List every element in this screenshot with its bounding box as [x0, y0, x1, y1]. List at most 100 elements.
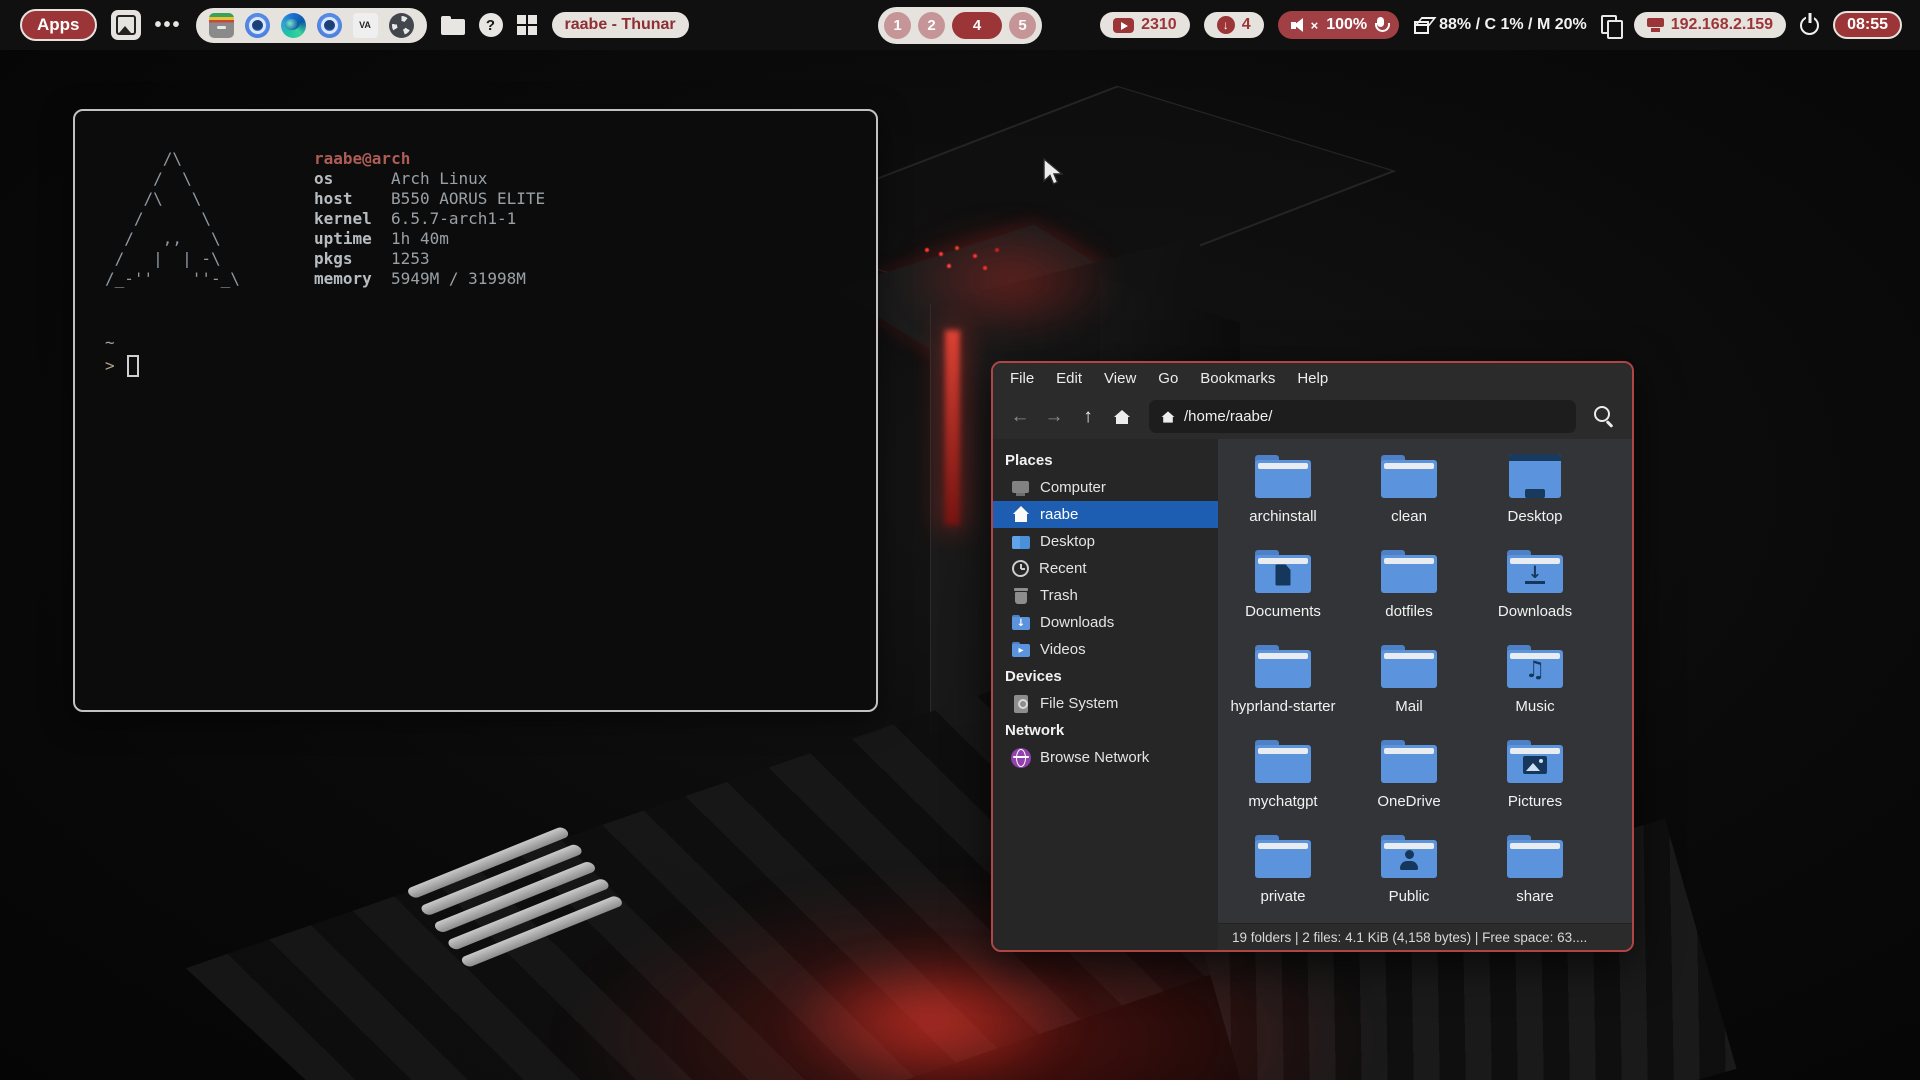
prompt-path: ~ — [105, 333, 876, 353]
file-item[interactable]: Music — [1472, 637, 1598, 732]
fetch-info-line: hostB550 AORUS ELITE — [314, 189, 545, 209]
workspace-button[interactable]: 4 — [952, 12, 1002, 39]
file-item[interactable]: Documents — [1220, 542, 1346, 637]
menu-item[interactable]: View — [1093, 363, 1147, 394]
power-icon[interactable] — [1800, 16, 1819, 35]
menu-item[interactable]: Bookmarks — [1189, 363, 1286, 394]
folder-icon — [1380, 641, 1438, 691]
up-button[interactable]: ↑ — [1073, 402, 1103, 432]
file-item[interactable]: share — [1472, 827, 1598, 922]
folder-icon — [1254, 641, 1312, 691]
sidebar-place-item[interactable]: raabe — [993, 501, 1218, 528]
sidebar-header-network: Network — [993, 717, 1218, 744]
workspace-button[interactable]: 1 — [884, 12, 911, 39]
dock-app-icon[interactable] — [245, 13, 270, 38]
file-label: Public — [1389, 888, 1430, 905]
sidebar-item-icon — [1011, 505, 1031, 525]
wallpaper-icon[interactable] — [111, 10, 141, 40]
file-item[interactable]: Public — [1346, 827, 1472, 922]
help-icon[interactable]: ? — [479, 13, 503, 37]
dock-app-icon[interactable] — [389, 13, 414, 38]
sidebar-place-item[interactable]: Desktop — [993, 528, 1218, 555]
sidebar-place-item[interactable]: Downloads — [993, 609, 1218, 636]
sidebar-item-label: Trash — [1040, 587, 1078, 604]
updates-module[interactable]: ↓ 4 — [1204, 12, 1264, 38]
file-item[interactable]: archinstall — [1220, 447, 1346, 542]
file-label: mychatgpt — [1248, 793, 1317, 810]
sidebar-place-item[interactable]: Computer — [993, 474, 1218, 501]
folder-icon — [1380, 546, 1438, 596]
sidebar-network-item[interactable]: Browse Network — [993, 744, 1218, 771]
windows-logo-icon[interactable] — [517, 15, 526, 24]
overflow-dots-icon[interactable]: ••• — [155, 14, 182, 37]
workspace-button[interactable]: 5 — [1009, 12, 1036, 39]
file-item[interactable]: clean — [1346, 447, 1472, 542]
file-item[interactable]: Downloads — [1472, 542, 1598, 637]
file-item[interactable]: Desktop — [1472, 447, 1598, 542]
sidebar-item-label: Computer — [1040, 479, 1106, 496]
terminal-window[interactable]: /\ / \ /\ \ / \ / ,, \ / | | -\ /_-'' ''… — [73, 109, 878, 712]
fetch-info-line: osArch Linux — [314, 169, 545, 189]
file-label: share — [1516, 888, 1554, 905]
apps-button[interactable]: Apps — [20, 9, 97, 41]
background-red-glow-top — [900, 220, 1120, 340]
file-grid: archinstall clean — [1218, 439, 1632, 923]
file-manager-icon[interactable] — [441, 16, 465, 35]
workspace-button[interactable]: 2 — [918, 12, 945, 39]
file-item[interactable]: OneDrive — [1346, 732, 1472, 827]
menu-item[interactable]: Help — [1286, 363, 1339, 394]
fetch-info-line: uptime1h 40m — [314, 229, 545, 249]
home-icon — [1114, 410, 1130, 424]
menu-item[interactable]: Edit — [1045, 363, 1093, 394]
sidebar-place-item[interactable]: Recent — [993, 555, 1218, 582]
fetch-info-line: memory5949M / 31998M — [314, 269, 545, 289]
sidebar-item-label: Desktop — [1040, 533, 1095, 550]
sidebar: Places Computer raabe Desktop — [993, 439, 1218, 950]
shell-prompt: ~ > — [105, 333, 876, 377]
sidebar-item-icon — [1011, 586, 1031, 606]
file-label: Music — [1515, 698, 1554, 715]
folder-icon — [1254, 736, 1312, 786]
file-label: OneDrive — [1377, 793, 1440, 810]
folder-icon — [1254, 451, 1312, 501]
folder-icon — [1506, 641, 1564, 691]
clipboard-icon[interactable] — [1601, 15, 1620, 36]
search-button[interactable] — [1588, 401, 1620, 433]
microphone-icon — [1375, 17, 1386, 34]
clock[interactable]: 08:55 — [1833, 11, 1902, 39]
folder-icon — [1380, 831, 1438, 881]
youtube-module[interactable]: 2310 — [1100, 12, 1190, 38]
folder-icon — [1506, 546, 1564, 596]
home-button[interactable] — [1107, 402, 1137, 432]
file-item[interactable]: private — [1220, 827, 1346, 922]
dock-app-icon[interactable]: VA — [353, 13, 378, 38]
path-bar[interactable]: /home/raabe/ — [1149, 400, 1576, 433]
menu-item[interactable]: Go — [1147, 363, 1189, 394]
back-button[interactable]: ← — [1005, 402, 1035, 432]
forward-button[interactable]: → — [1039, 402, 1069, 432]
file-item[interactable]: Pictures — [1472, 732, 1598, 827]
menu-item[interactable]: File — [999, 363, 1045, 394]
dock-app-icon[interactable] — [317, 13, 342, 38]
file-label: clean — [1391, 508, 1427, 525]
status-bar-thunar: 19 folders | 2 files: 4.1 KiB (4,158 byt… — [1218, 923, 1632, 950]
file-label: Pictures — [1508, 793, 1562, 810]
sidebar-header-devices: Devices — [993, 663, 1218, 690]
sidebar-device-item[interactable]: File System — [993, 690, 1218, 717]
sidebar-place-item[interactable]: Trash — [993, 582, 1218, 609]
mouse-cursor — [1043, 158, 1065, 188]
sidebar-place-item[interactable]: Videos — [993, 636, 1218, 663]
file-item[interactable]: hyprland-starter — [1220, 637, 1346, 732]
dock-app-icon[interactable] — [281, 13, 306, 38]
folder-emblem-icon — [1398, 850, 1420, 870]
folder-icon — [1254, 831, 1312, 881]
active-window-title: raabe - Thunar — [552, 12, 689, 38]
menubar: File Edit View Go Bookmarks Help — [993, 363, 1632, 394]
file-item[interactable]: dotfiles — [1346, 542, 1472, 637]
sidebar-item-label: Videos — [1040, 641, 1086, 658]
file-item[interactable]: Mail — [1346, 637, 1472, 732]
network-module[interactable]: 192.168.2.159 — [1634, 12, 1786, 38]
volume-module[interactable]: × 100% — [1278, 11, 1400, 39]
dock-app-icon[interactable] — [209, 13, 234, 38]
file-item[interactable]: mychatgpt — [1220, 732, 1346, 827]
